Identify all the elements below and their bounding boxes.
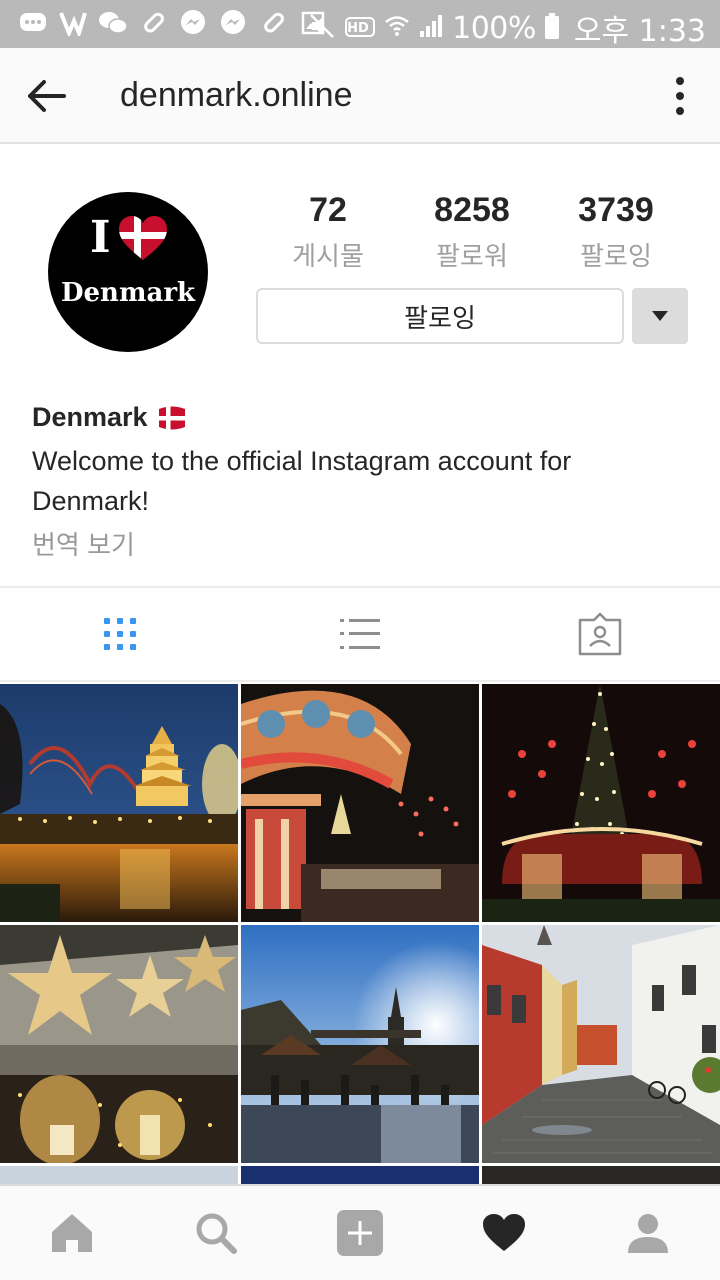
profile-stats: 72 게시물 8258 팔로워 3739 팔로잉 [256,190,688,273]
bio-display-name: Denmark [32,402,148,432]
see-translation-link[interactable]: 번역 보기 [32,525,688,562]
following-count[interactable]: 3739 팔로잉 [544,190,688,273]
following-button[interactable]: 팔로잉 [256,288,624,344]
tagged-icon [578,612,622,656]
grid-icon [104,618,136,650]
activity-heart-icon [483,1214,525,1251]
username-title: denmark.online [120,76,353,114]
posts-count-label: 게시물 [292,241,364,271]
bio-text: Welcome to the official Instagram accoun… [32,446,572,516]
more-vertical-icon [676,77,684,115]
photo-tivoli-pagoda-night[interactable] [0,684,238,922]
followers-count-label: 팔로워 [436,241,508,271]
profile-icon [628,1214,668,1253]
posts-count-value: 72 [309,191,347,229]
photo-grid [0,684,720,1184]
followers-count[interactable]: 8258 팔로워 [400,190,544,273]
photo-tivoli-carousel[interactable] [241,684,479,922]
photo-partial-1[interactable] [0,1166,238,1184]
pill-icon [258,8,288,38]
home-icon [52,1214,92,1252]
clock: 오후 1:33 [573,14,706,49]
triangle-down-icon [652,311,668,321]
posts-count[interactable]: 72 게시물 [256,190,400,273]
search-icon [196,1213,237,1254]
photo-partial-3[interactable] [482,1166,720,1184]
chat-bubble-icon [18,8,48,38]
bottom-navigation [0,1184,720,1280]
nav-search[interactable] [144,1186,288,1280]
arrow-left-icon [28,80,66,112]
danish-flag-heart-icon [119,216,167,260]
tab-grid[interactable] [0,588,240,680]
notification-icons [18,8,328,38]
battery-icon [544,12,560,44]
tab-list[interactable] [240,588,480,680]
bio-name-row: Denmark [32,402,688,433]
add-post-icon [337,1210,383,1256]
list-icon [340,619,380,649]
followers-count-value: 8258 [434,191,510,229]
v-app-icon [58,8,88,38]
photo-christmas-market[interactable] [241,925,479,1163]
tab-tagged[interactable] [480,588,720,680]
battery-percent: 100% [452,10,536,46]
messenger-icon [178,8,208,38]
status-bar: HD 100% 오후 1:33 [0,0,720,50]
suggestions-dropdown-button[interactable] [632,288,688,344]
photo-christmas-tree-lights[interactable] [482,684,720,922]
avatar-brand-text: Denmark [60,278,196,308]
messenger-icon [218,8,248,38]
nav-activity[interactable] [432,1186,576,1280]
following-count-value: 3739 [578,191,654,229]
system-icons: HD 100% 오후 1:33 [308,6,706,50]
profile-header: denmark.online [0,48,720,144]
hd-call-icon: HD [344,15,376,41]
avatar[interactable]: I Denmark [48,192,208,352]
photo-partial-2[interactable] [241,1166,479,1184]
back-button[interactable] [24,74,72,118]
danish-flag-icon [158,405,185,430]
nav-new-post[interactable] [288,1186,432,1280]
profile-bio: Denmark Welcome to the official Instagra… [32,402,688,562]
nav-profile[interactable] [576,1186,720,1280]
photo-star-lanterns[interactable] [0,925,238,1163]
signal-icon [418,13,444,43]
pill-icon [138,8,168,38]
wechat-icon [98,8,128,38]
avatar-letter: I [90,212,111,263]
photo-cobblestone-street[interactable] [482,925,720,1163]
profile-view-tabs [0,586,720,682]
wifi-icon [384,13,410,43]
mute-icon [308,12,336,44]
options-menu-button[interactable] [668,76,692,116]
following-count-label: 팔로잉 [580,241,652,271]
nav-home[interactable] [0,1186,144,1280]
